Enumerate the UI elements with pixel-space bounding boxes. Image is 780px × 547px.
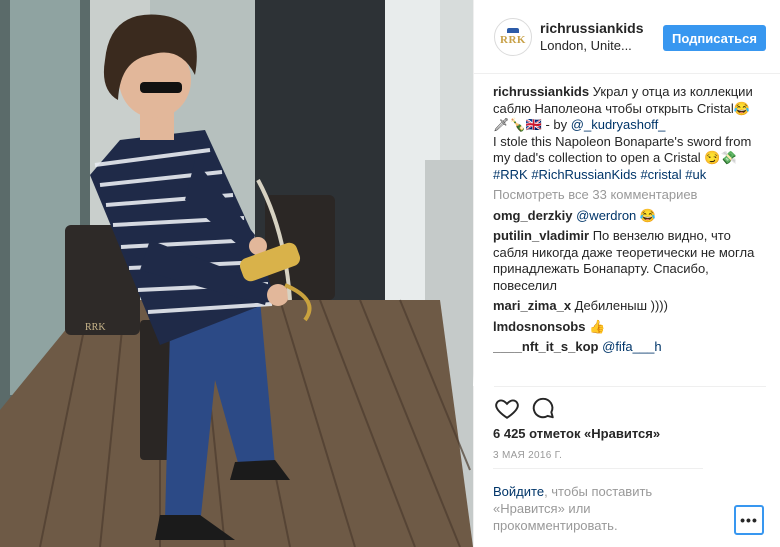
comment-username[interactable]: omg_derzkiy [493, 208, 572, 223]
follow-button[interactable]: Подписаться [662, 25, 766, 51]
caption: richrussiankids Украл у отца из коллекци… [493, 84, 766, 183]
view-all-comments-link[interactable]: Посмотреть все 33 комментариев [493, 187, 766, 204]
comment-username[interactable]: mari_zima_x [493, 298, 571, 313]
likes-count[interactable]: 6 425 отметок «Нравится» [493, 426, 660, 441]
comment-mention[interactable]: @werdron [576, 208, 636, 223]
hashtag[interactable]: #RRK [493, 167, 528, 182]
comment-item: putilin_vladimir По вензелю видно, что с… [493, 228, 766, 294]
comment-item: lmdosnonsobs 👍 [493, 319, 766, 336]
post-actions [494, 386, 766, 428]
post-header: RRK richrussiankids London, Unite... Под… [474, 0, 780, 74]
comment-text: Дебиленыш )))) [571, 298, 668, 313]
comment-text: 😂 [636, 207, 657, 223]
hashtag[interactable]: #uk [685, 167, 706, 182]
comment-username[interactable]: ____nft_it_s_kop [493, 339, 599, 354]
post-photo[interactable]: RRK [0, 0, 473, 547]
comment-text: 👍 [585, 318, 606, 334]
header-username[interactable]: richrussiankids [540, 20, 644, 36]
header-location[interactable]: London, Unite... [540, 38, 632, 53]
comment-item: omg_derzkiy @werdron 😂 [493, 208, 766, 225]
caption-english: I stole this Napoleon Bonaparte's sword … [493, 133, 752, 166]
comment-item: ____nft_it_s_kop @fifa___h [493, 339, 766, 356]
comment-item: mari_zima_x Дебиленыш )))) [493, 298, 766, 315]
heart-icon[interactable] [494, 395, 520, 421]
crown-icon [507, 28, 519, 33]
more-options-icon[interactable]: ••• [734, 505, 764, 535]
caption-username[interactable]: richrussiankids [493, 84, 589, 99]
caption-hashtags: #RRK #RichRussianKids #cristal #uk [493, 167, 766, 184]
comments-fade [473, 374, 780, 386]
post-date[interactable]: 3 МАЯ 2016 Г. [493, 450, 562, 461]
avatar[interactable]: RRK [494, 18, 532, 56]
comments-list: richrussiankids Украл у отца из коллекци… [493, 80, 766, 385]
comment-bubble-icon[interactable] [530, 395, 556, 421]
hashtag[interactable]: #cristal [640, 167, 681, 182]
caption-mention[interactable]: @_kudryashoff_ [571, 117, 666, 132]
comment-username[interactable]: putilin_vladimir [493, 228, 589, 243]
comment-username[interactable]: lmdosnonsobs [493, 319, 585, 334]
comment-mention[interactable]: @fifa___h [602, 339, 661, 354]
svg-text:RRK: RRK [85, 322, 106, 333]
login-prompt: Войдите, чтобы поставить «Нравится» или … [493, 468, 703, 534]
login-link[interactable]: Войдите [493, 484, 544, 499]
avatar-monogram: RRK [500, 34, 526, 46]
photo-scene: RRK [0, 0, 473, 547]
hashtag[interactable]: #RichRussianKids [531, 167, 637, 182]
